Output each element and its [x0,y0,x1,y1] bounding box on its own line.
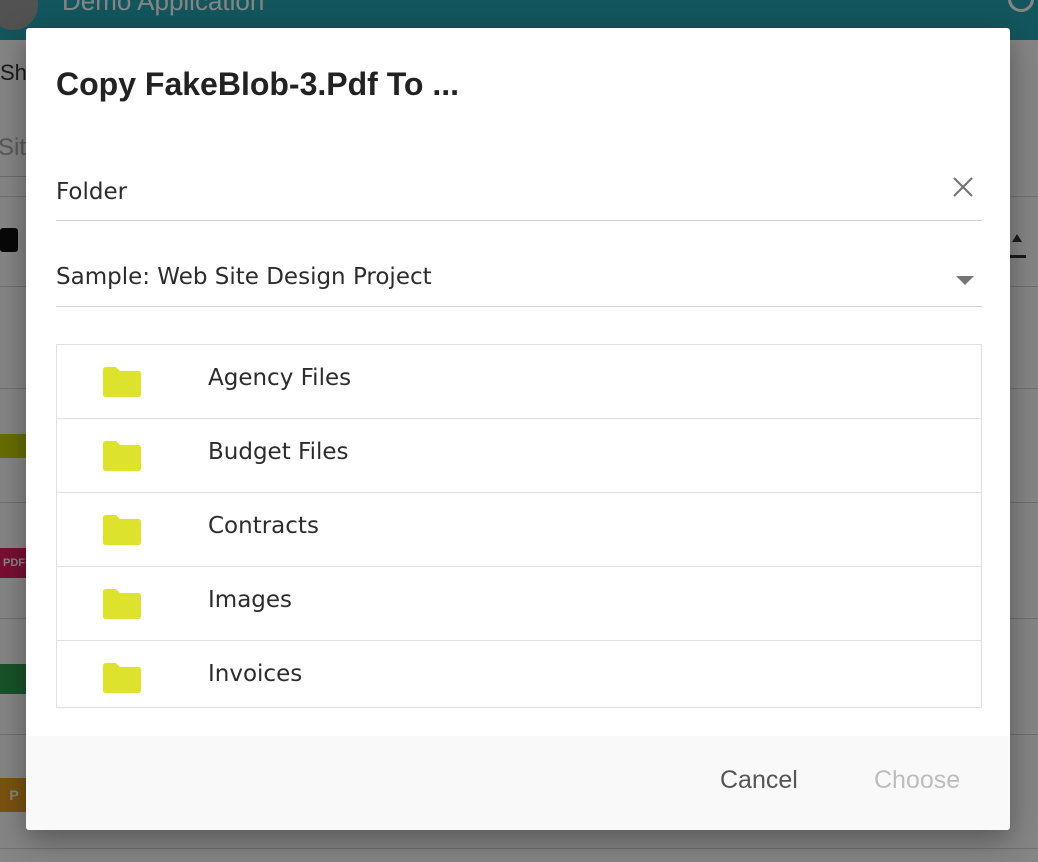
folder-icon [103,367,141,397]
site-select-value: Sample: Web Site Design Project [56,264,432,290]
copy-dialog: Copy FakeBlob-3.Pdf To ... Sample: Web S… [26,28,1010,830]
folder-search-input[interactable] [56,172,936,212]
folder-row-agency-files[interactable]: Agency Files [57,345,981,419]
folder-row-contracts[interactable]: Contracts [57,493,981,567]
folder-label: Budget Files [208,439,349,465]
folder-label: Contracts [208,513,319,539]
folder-icon [103,589,141,619]
folder-row-budget-files[interactable]: Budget Files [57,419,981,493]
folder-row-invoices[interactable]: Invoices [57,641,981,707]
folder-label: Images [208,587,293,613]
folder-field [56,168,982,221]
folder-label: Invoices [208,661,303,687]
site-select[interactable]: Sample: Web Site Design Project [56,260,982,307]
dialog-footer: Cancel Choose [26,736,1010,830]
folder-icon [103,663,141,693]
choose-button[interactable]: Choose [874,766,960,795]
folder-list: Agency Files Budget Files Contracts Imag… [56,344,982,708]
folder-label: Agency Files [208,365,352,391]
folder-icon [103,515,141,545]
dialog-title: Copy FakeBlob-3.Pdf To ... [56,66,459,102]
folder-icon [103,441,141,471]
clear-icon[interactable] [950,174,976,200]
chevron-down-icon [956,276,974,285]
folder-row-images[interactable]: Images [57,567,981,641]
cancel-button[interactable]: Cancel [720,766,798,795]
